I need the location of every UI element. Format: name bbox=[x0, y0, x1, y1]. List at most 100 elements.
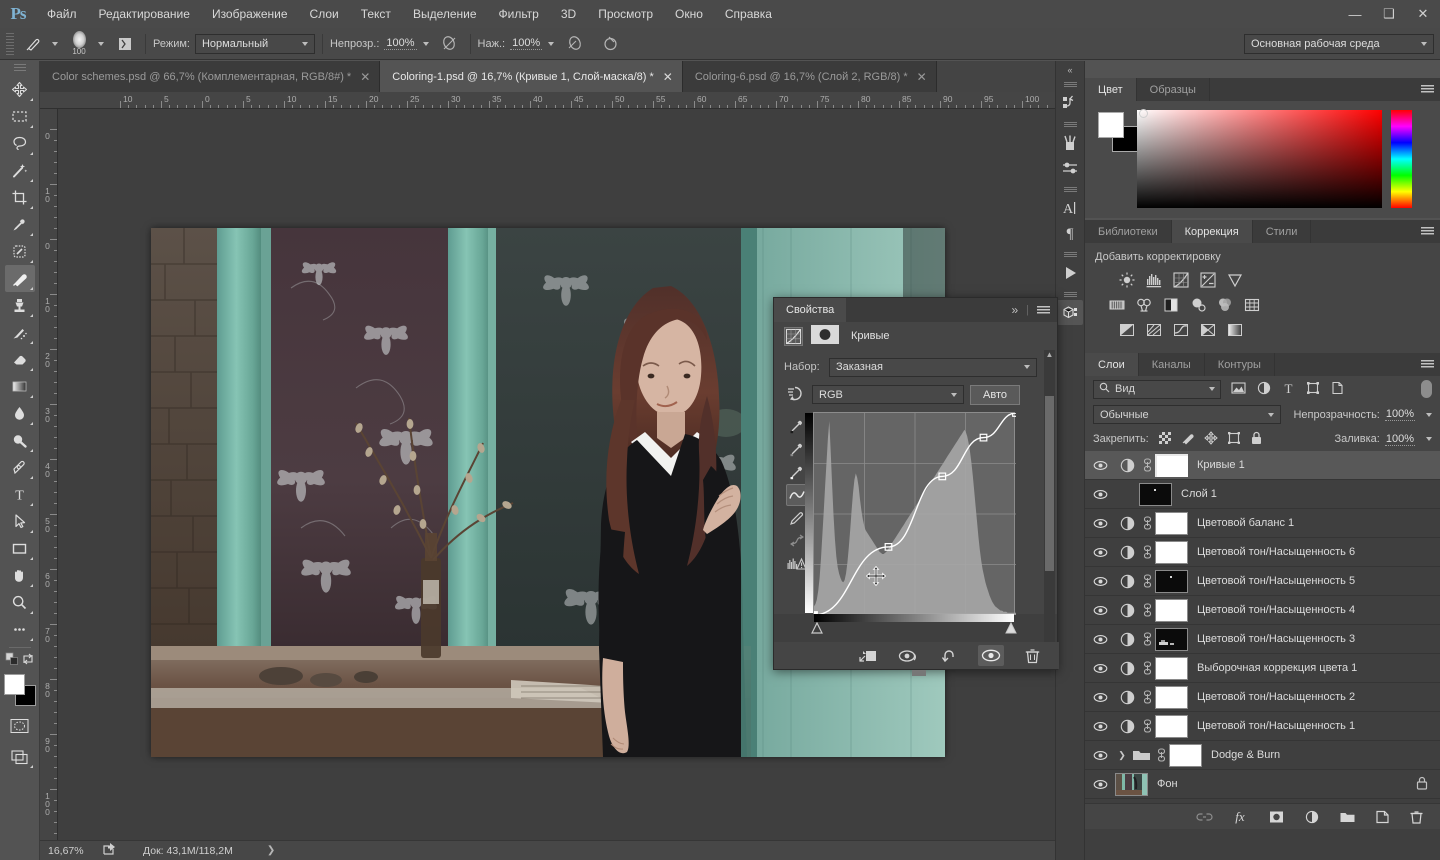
invert-icon[interactable] bbox=[1115, 319, 1138, 340]
layer-row[interactable]: Цветовой тон/Насыщенность 4 bbox=[1085, 596, 1440, 625]
menu-item-3[interactable]: Слои bbox=[299, 0, 350, 28]
magic-wand-tool[interactable] bbox=[5, 157, 35, 184]
toolbar-grip[interactable] bbox=[13, 64, 26, 73]
tool-preset-chevron-down-icon[interactable] bbox=[52, 41, 58, 46]
document-tab-1[interactable]: Coloring-1.psd @ 16,7% (Кривые 1, Слой-м… bbox=[380, 61, 683, 92]
black-input-slider[interactable] bbox=[811, 621, 823, 634]
mask-link-icon[interactable] bbox=[1139, 545, 1155, 559]
tab-слои[interactable]: Слои bbox=[1085, 353, 1139, 376]
color-spectrum-field[interactable] bbox=[1137, 109, 1382, 208]
share-icon[interactable] bbox=[102, 842, 117, 859]
color-swatches[interactable] bbox=[3, 674, 36, 706]
horizontal-ruler[interactable]: 10 5 0 5 10 15 20 25 30 35 40 45 50 55 60 65 70 75 80 85 90 9… bbox=[40, 92, 1070, 109]
healing-brush-tool[interactable] bbox=[5, 238, 35, 265]
layer-mask-thumbnail-icon[interactable] bbox=[811, 325, 839, 347]
filter-enable-toggle[interactable] bbox=[1421, 380, 1432, 398]
threshold-icon[interactable] bbox=[1169, 319, 1192, 340]
exposure-icon[interactable] bbox=[1196, 269, 1219, 290]
mask-link-icon[interactable] bbox=[1139, 661, 1155, 675]
quick-mask-toggle[interactable] bbox=[5, 712, 35, 739]
clone-stamp-tool[interactable] bbox=[5, 292, 35, 319]
fill-value[interactable]: 100% bbox=[1384, 433, 1415, 446]
layer-style-button[interactable]: fx bbox=[1232, 809, 1249, 824]
mask-link-icon[interactable] bbox=[1139, 690, 1155, 704]
current-tool-brush-icon[interactable] bbox=[20, 32, 46, 56]
opacity-chevron-down-icon[interactable] bbox=[1426, 412, 1432, 417]
type-tool[interactable]: T bbox=[5, 481, 35, 508]
photo-filter-icon[interactable] bbox=[1186, 294, 1209, 315]
opacity-value[interactable]: 100% bbox=[1384, 408, 1415, 421]
opacity-value[interactable]: 100% bbox=[384, 37, 417, 50]
layer-row[interactable]: Фон bbox=[1085, 770, 1440, 799]
path-selection-tool[interactable] bbox=[5, 508, 35, 535]
preset-select[interactable]: Заказная bbox=[829, 357, 1037, 377]
layer-visibility-eye-icon[interactable] bbox=[1085, 634, 1115, 645]
white-input-slider[interactable] bbox=[1005, 621, 1017, 634]
tab-каналы[interactable]: Каналы bbox=[1138, 353, 1205, 376]
layers-panel-menu-button[interactable] bbox=[1421, 353, 1434, 376]
reset-button[interactable] bbox=[937, 645, 963, 666]
layer-row[interactable]: Цветовой тон/Насыщенность 5 bbox=[1085, 567, 1440, 596]
timeline-icon[interactable] bbox=[1057, 260, 1083, 285]
filter-type-icon[interactable]: T bbox=[1282, 381, 1295, 398]
pen-tool[interactable] bbox=[5, 454, 35, 481]
blur-tool[interactable] bbox=[5, 400, 35, 427]
channel-mixer-icon[interactable] bbox=[1213, 294, 1236, 315]
opacity-chevron-down-icon[interactable] bbox=[422, 41, 429, 46]
layer-visibility-eye-icon[interactable] bbox=[1085, 750, 1115, 761]
tab-контуры[interactable]: Контуры bbox=[1204, 353, 1275, 376]
eraser-tool[interactable] bbox=[5, 346, 35, 373]
layer-row[interactable]: Цветовой тон/Насыщенность 6 bbox=[1085, 538, 1440, 567]
menu-item-9[interactable]: Окно bbox=[664, 0, 714, 28]
selective-color-icon[interactable] bbox=[1196, 319, 1219, 340]
filter-shape-icon[interactable] bbox=[1306, 381, 1320, 398]
layer-row[interactable]: ❯ Dodge & Burn bbox=[1085, 741, 1440, 770]
color-balance-icon[interactable] bbox=[1132, 294, 1155, 315]
dock-group-grip[interactable] bbox=[1063, 252, 1077, 258]
document-tab-0[interactable]: Color schemes.psd @ 66,7% (Комплементарн… bbox=[40, 61, 381, 92]
lock-transparent-pixels-icon[interactable] bbox=[1158, 431, 1172, 448]
layer-thumbnail[interactable] bbox=[1155, 656, 1188, 680]
layer-thumbnail[interactable] bbox=[1139, 482, 1172, 506]
channel-select[interactable]: RGB bbox=[812, 385, 964, 404]
tab-стили[interactable]: Стили bbox=[1252, 220, 1312, 243]
color-panel-swatches[interactable] bbox=[1095, 110, 1138, 152]
rectangular-marquee-tool[interactable] bbox=[5, 103, 35, 130]
scroll-up-chevron-icon[interactable]: ▲ bbox=[1045, 350, 1054, 359]
history-icon[interactable] bbox=[1057, 90, 1083, 115]
lock-artboard-icon[interactable] bbox=[1227, 431, 1241, 448]
delete-button[interactable] bbox=[1019, 645, 1045, 666]
menu-item-10[interactable]: Справка bbox=[714, 0, 783, 28]
adjustments-panel-menu-button[interactable] bbox=[1421, 220, 1434, 243]
fill-chevron-down-icon[interactable] bbox=[1426, 437, 1432, 441]
vertical-ruler[interactable]: 0100102030405060708090100110 bbox=[40, 109, 58, 860]
smoothing-icon[interactable] bbox=[597, 32, 623, 56]
lock-image-pixels-icon[interactable] bbox=[1181, 431, 1195, 448]
brightness-contrast-icon[interactable] bbox=[1115, 269, 1138, 290]
layer-thumbnail[interactable] bbox=[1169, 743, 1202, 767]
curve-graph[interactable] bbox=[805, 412, 1017, 634]
tab-коррекция[interactable]: Коррекция bbox=[1171, 220, 1253, 243]
mask-link-icon[interactable] bbox=[1139, 719, 1155, 733]
dock-group-grip[interactable] bbox=[1063, 122, 1077, 128]
visibility-button[interactable] bbox=[978, 645, 1004, 666]
hand-tool[interactable] bbox=[5, 562, 35, 589]
brushes-icon[interactable] bbox=[1057, 130, 1083, 155]
crop-tool[interactable] bbox=[5, 184, 35, 211]
tab-образцы[interactable]: Образцы bbox=[1136, 78, 1210, 101]
layer-filter-select[interactable]: Вид bbox=[1093, 379, 1221, 399]
hue-saturation-icon[interactable] bbox=[1105, 294, 1128, 315]
close-button[interactable]: ✕ bbox=[1406, 0, 1440, 28]
close-icon[interactable]: ✕ bbox=[917, 70, 927, 84]
menu-item-0[interactable]: Файл bbox=[36, 0, 88, 28]
properties-scrollbar-thumb[interactable] bbox=[1045, 396, 1054, 571]
menu-item-4[interactable]: Текст bbox=[350, 0, 402, 28]
expand-panels-button[interactable]: « bbox=[1055, 61, 1085, 78]
menu-item-6[interactable]: Фильтр bbox=[488, 0, 550, 28]
lock-all-icon[interactable] bbox=[1250, 431, 1263, 448]
options-bar-grip[interactable] bbox=[6, 32, 14, 55]
color-panel-menu-button[interactable] bbox=[1421, 78, 1434, 101]
airbrush-icon[interactable] bbox=[562, 32, 588, 56]
layer-row[interactable]: Цветовой тон/Насыщенность 1 bbox=[1085, 712, 1440, 741]
dock-group-grip[interactable] bbox=[1063, 292, 1077, 298]
